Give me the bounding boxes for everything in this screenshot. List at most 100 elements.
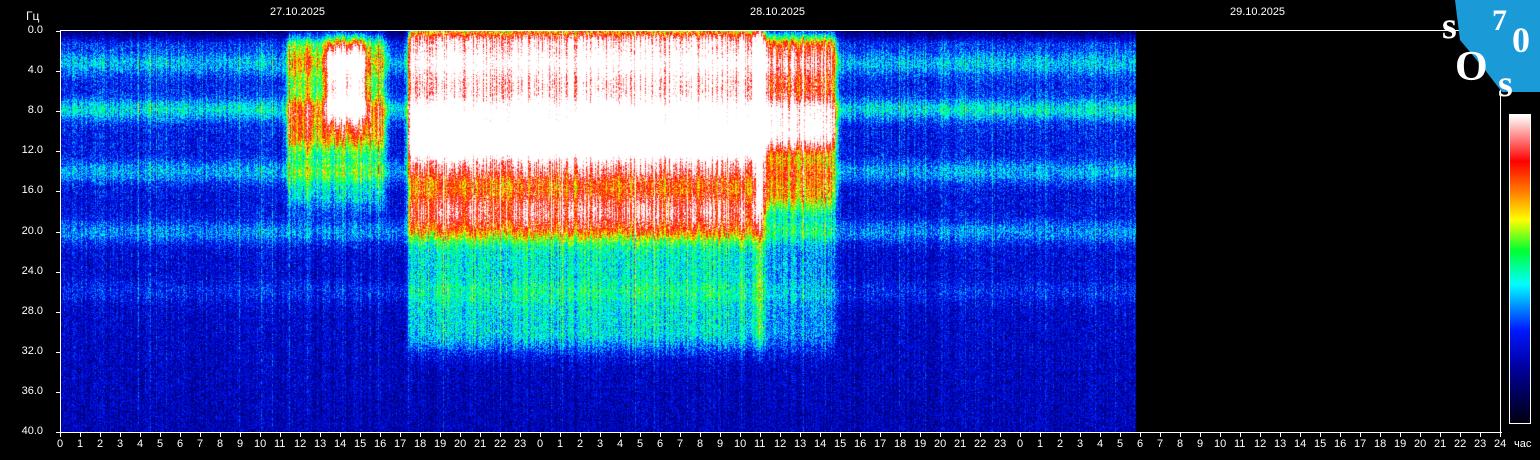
x-axis-line xyxy=(60,432,1502,433)
x-tick xyxy=(980,432,981,437)
x-tick-label: 11 xyxy=(1234,438,1246,450)
x-tick-label: 14 xyxy=(1294,438,1307,450)
x-tick-label: 20 xyxy=(1414,438,1427,450)
x-tick xyxy=(300,432,301,437)
x-tick xyxy=(340,432,341,437)
x-tick xyxy=(780,432,781,437)
x-tick xyxy=(480,432,481,437)
x-tick xyxy=(140,432,141,437)
x-tick-label: 16 xyxy=(374,438,387,450)
x-tick-label: 11 xyxy=(274,438,286,450)
x-tick xyxy=(880,432,881,437)
x-tick xyxy=(1360,432,1361,437)
x-tick xyxy=(1060,432,1061,437)
x-tick xyxy=(900,432,901,437)
x-tick-label: 21 xyxy=(954,438,967,450)
x-tick-label: 10 xyxy=(254,438,267,450)
x-tick xyxy=(1220,432,1221,437)
x-tick xyxy=(1380,432,1381,437)
x-tick-label: 7 xyxy=(197,438,204,450)
x-tick-label: 13 xyxy=(314,438,327,450)
x-tick xyxy=(1040,432,1041,437)
x-tick xyxy=(460,432,461,437)
x-tick-label: 5 xyxy=(157,438,164,450)
x-tick-label: 2 xyxy=(1057,438,1064,450)
y-tick xyxy=(56,312,61,313)
x-tick-label: 1 xyxy=(1037,438,1044,450)
y-tick-label: 12.0 xyxy=(21,144,43,156)
y-tick xyxy=(56,151,61,152)
date-label-day1: 27.10.2025 xyxy=(270,6,326,18)
x-tick xyxy=(1320,432,1321,437)
x-tick-label: 12 xyxy=(1254,438,1267,450)
x-tick-label: 16 xyxy=(1334,438,1347,450)
plot-frame xyxy=(61,30,1501,432)
x-tick xyxy=(1480,432,1481,437)
x-tick xyxy=(240,432,241,437)
y-tick-label: 32.0 xyxy=(21,345,43,357)
x-tick-label: 19 xyxy=(914,438,927,450)
x-tick-label: 2 xyxy=(577,438,584,450)
x-tick-label: 23 xyxy=(514,438,527,450)
x-tick-label: 3 xyxy=(117,438,124,450)
x-tick xyxy=(920,432,921,437)
y-tick-label: 24.0 xyxy=(21,265,43,277)
y-tick xyxy=(56,272,61,273)
x-tick xyxy=(220,432,221,437)
x-tick xyxy=(180,432,181,437)
date-label-day2: 28.10.2025 xyxy=(750,6,806,18)
x-tick-label: 24 xyxy=(1494,438,1507,450)
x-tick-label: 4 xyxy=(1097,438,1104,450)
x-tick xyxy=(1180,432,1181,437)
x-tick xyxy=(1420,432,1421,437)
x-tick xyxy=(1400,432,1401,437)
x-tick xyxy=(520,432,521,437)
x-tick xyxy=(500,432,501,437)
x-tick xyxy=(1500,432,1501,437)
logo-digit-7: 7 xyxy=(1492,4,1507,37)
x-tick-label: 4 xyxy=(617,438,624,450)
x-tick xyxy=(660,432,661,437)
x-tick-label: 12 xyxy=(774,438,787,450)
x-tick xyxy=(1000,432,1001,437)
y-tick xyxy=(56,232,61,233)
x-tick xyxy=(1020,432,1021,437)
x-tick-label: 21 xyxy=(1434,438,1447,450)
x-tick-label: 10 xyxy=(734,438,747,450)
x-tick-label: 15 xyxy=(834,438,847,450)
y-tick-label: 4.0 xyxy=(27,64,43,76)
x-tick xyxy=(860,432,861,437)
x-tick-label: 13 xyxy=(1274,438,1287,450)
x-tick-label: 1 xyxy=(557,438,564,450)
x-tick-label: 13 xyxy=(794,438,807,450)
x-tick xyxy=(440,432,441,437)
y-tick xyxy=(56,352,61,353)
x-tick-label: 14 xyxy=(334,438,347,450)
x-tick xyxy=(1200,432,1201,437)
x-tick-label: 7 xyxy=(1157,438,1164,450)
y-tick-label: 20.0 xyxy=(21,225,43,237)
x-tick-label: 3 xyxy=(1077,438,1084,450)
x-tick xyxy=(940,432,941,437)
x-tick-label: 14 xyxy=(814,438,827,450)
x-tick xyxy=(800,432,801,437)
x-tick xyxy=(1140,432,1141,437)
x-tick xyxy=(1260,432,1261,437)
x-tick xyxy=(1460,432,1461,437)
x-tick-label: 18 xyxy=(1374,438,1387,450)
x-tick-label: 5 xyxy=(1117,438,1124,450)
date-label-day3: 29.10.2025 xyxy=(1230,6,1286,18)
x-tick-label: 8 xyxy=(217,438,224,450)
y-tick xyxy=(56,31,61,32)
x-tick-label: 15 xyxy=(354,438,367,450)
x-tick xyxy=(960,432,961,437)
x-tick xyxy=(1080,432,1081,437)
x-tick xyxy=(720,432,721,437)
x-tick-label: 4 xyxy=(137,438,144,450)
x-tick-label: 16 xyxy=(854,438,867,450)
x-tick xyxy=(400,432,401,437)
y-tick-label: 40.0 xyxy=(21,425,43,437)
x-tick-label: 19 xyxy=(1394,438,1407,450)
x-tick xyxy=(80,432,81,437)
x-tick-label: 20 xyxy=(934,438,947,450)
